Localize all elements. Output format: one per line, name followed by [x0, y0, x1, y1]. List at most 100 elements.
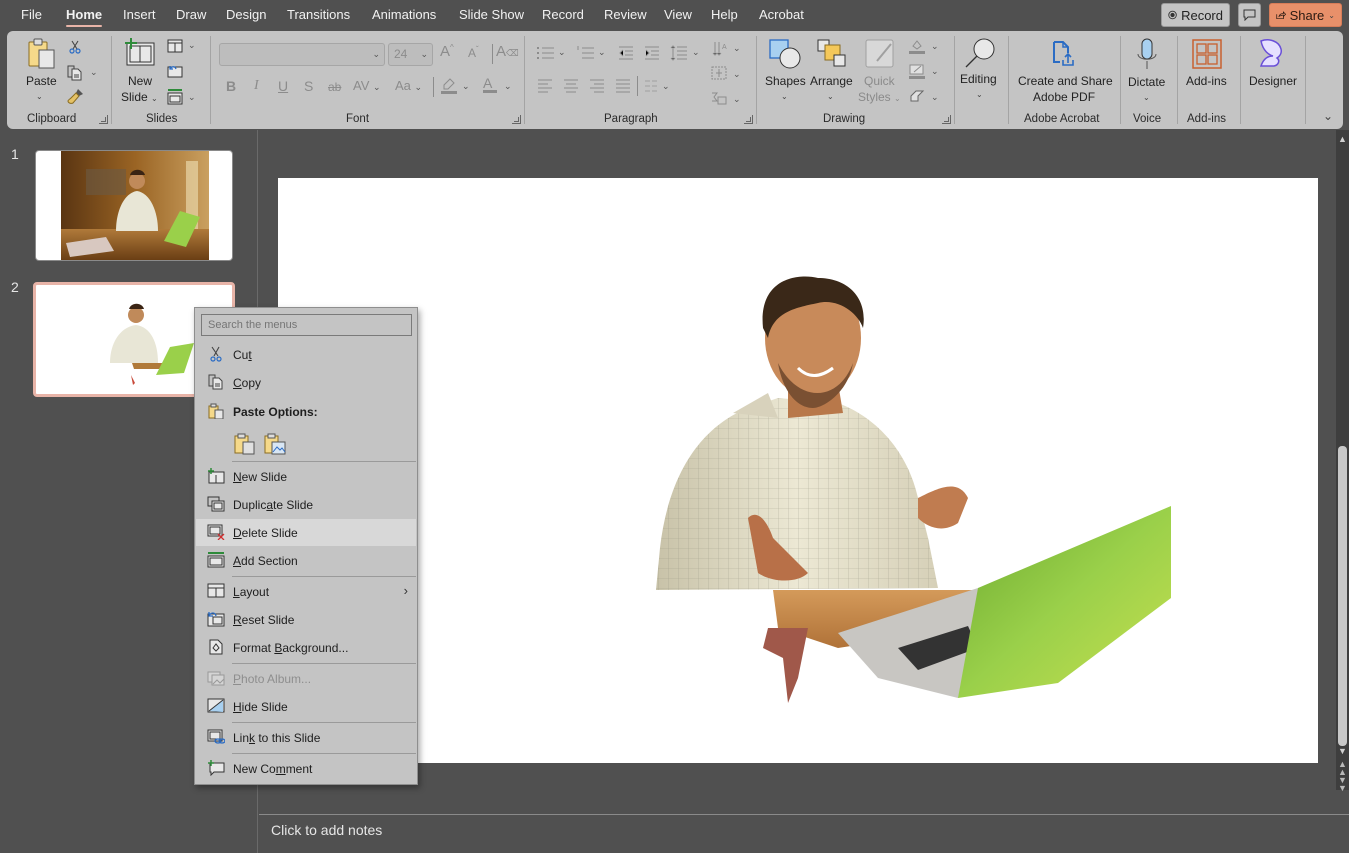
- share-button[interactable]: Share ⌄: [1269, 3, 1342, 27]
- record-button[interactable]: Record: [1161, 3, 1230, 27]
- shape-effects-dropdown-icon[interactable]: ⌄: [931, 92, 939, 103]
- quick-styles-button[interactable]: Styles ⌄: [858, 89, 901, 107]
- italic-button[interactable]: I: [254, 78, 259, 94]
- increase-indent-icon[interactable]: [644, 46, 660, 60]
- section-icon[interactable]: [167, 89, 183, 105]
- layout-dropdown-icon[interactable]: ⌄: [188, 40, 196, 51]
- drawing-launcher[interactable]: [942, 115, 951, 124]
- tab-insert[interactable]: Insert: [123, 7, 156, 22]
- menu-item-link-to-slide[interactable]: Link to this Slide: [196, 724, 416, 751]
- menu-item-new-comment[interactable]: New Comment: [196, 755, 416, 782]
- smartart-icon[interactable]: [711, 91, 727, 105]
- tab-record[interactable]: Record: [542, 7, 584, 22]
- tab-home[interactable]: Home: [66, 7, 103, 27]
- shape-fill-dropdown-icon[interactable]: ⌄: [931, 41, 939, 52]
- shapes-dropdown-icon[interactable]: ⌄: [781, 89, 788, 105]
- increase-font-icon[interactable]: A^: [440, 43, 454, 60]
- find-icon[interactable]: [964, 37, 996, 69]
- columns-icon[interactable]: [644, 80, 658, 92]
- tab-draw[interactable]: Draw: [176, 7, 206, 22]
- tab-transitions[interactable]: Transitions: [287, 7, 350, 22]
- paragraph-launcher[interactable]: [744, 115, 753, 124]
- copy-icon[interactable]: [67, 65, 83, 81]
- slide-canvas[interactable]: [278, 178, 1318, 763]
- paste-button[interactable]: [27, 38, 57, 75]
- shape-effects-icon[interactable]: [909, 89, 925, 103]
- scrollbar-thumb[interactable]: [1338, 446, 1347, 746]
- arrange-dropdown-icon[interactable]: ⌄: [827, 89, 834, 105]
- shape-fill-icon[interactable]: [909, 39, 925, 55]
- new-slide-icon[interactable]: [124, 38, 156, 68]
- tab-animations[interactable]: Animations: [372, 7, 436, 22]
- menu-item-reset-slide[interactable]: Reset Slide: [196, 606, 416, 633]
- menu-item-cut[interactable]: Cut: [196, 341, 416, 368]
- character-spacing-button[interactable]: AV ⌄: [353, 78, 381, 93]
- decrease-font-icon[interactable]: Aˇ: [468, 45, 479, 60]
- section-dropdown-icon[interactable]: ⌄: [188, 92, 196, 103]
- slide-picture[interactable]: [278, 178, 1318, 763]
- copy-dropdown-icon[interactable]: ⌄: [90, 67, 98, 78]
- align-text-dropdown-icon[interactable]: ⌄: [733, 69, 741, 80]
- scroll-up-icon[interactable]: ▲: [1338, 134, 1347, 144]
- paste-as-picture-icon[interactable]: [264, 433, 286, 455]
- scroll-down-icon[interactable]: ▼: [1338, 746, 1347, 756]
- notes-placeholder[interactable]: Click to add notes: [271, 822, 382, 838]
- previous-slide-icon[interactable]: ▲ ▲: [1338, 760, 1347, 777]
- highlight-dropdown-icon[interactable]: ⌄: [462, 81, 470, 92]
- numbering-dropdown-icon[interactable]: ⌄: [598, 47, 606, 58]
- align-center-icon[interactable]: [563, 79, 579, 93]
- font-name-combobox[interactable]: ⌄: [219, 43, 385, 66]
- add-ins-icon[interactable]: [1192, 39, 1222, 69]
- text-shadow-button[interactable]: S: [304, 78, 313, 94]
- smartart-dropdown-icon[interactable]: ⌄: [733, 94, 741, 105]
- cut-icon[interactable]: [68, 40, 82, 54]
- line-spacing-dropdown-icon[interactable]: ⌄: [692, 47, 700, 58]
- collapse-ribbon-icon[interactable]: ⌄: [1323, 109, 1333, 123]
- strikethrough-button[interactable]: ab: [328, 80, 341, 94]
- line-spacing-icon[interactable]: [670, 45, 688, 61]
- menu-item-hide-slide[interactable]: Hide Slide: [196, 693, 416, 720]
- shape-outline-icon[interactable]: [909, 64, 925, 80]
- notes-divider[interactable]: [259, 814, 1349, 815]
- underline-button[interactable]: U: [278, 78, 288, 94]
- font-color-dropdown-icon[interactable]: ⌄: [504, 81, 512, 92]
- paste-dropdown-icon[interactable]: ⌄: [36, 89, 43, 105]
- tab-review[interactable]: Review: [604, 7, 647, 22]
- justify-icon[interactable]: [615, 79, 631, 93]
- font-launcher[interactable]: [512, 115, 521, 124]
- bullets-icon[interactable]: [537, 46, 555, 60]
- clipboard-launcher[interactable]: [99, 115, 108, 124]
- align-left-icon[interactable]: [537, 79, 553, 93]
- dictate-dropdown-icon[interactable]: ⌄: [1143, 90, 1150, 106]
- numbering-icon[interactable]: [577, 46, 595, 60]
- menu-item-delete-slide[interactable]: Delete Slide: [196, 519, 416, 546]
- reset-slide-icon[interactable]: [167, 64, 183, 78]
- vertical-scrollbar[interactable]: ▲ ▼ ▲ ▲ ▼ ▼: [1336, 130, 1349, 793]
- menu-item-duplicate-slide[interactable]: Duplicate Slide: [196, 491, 416, 518]
- align-right-icon[interactable]: [589, 79, 605, 93]
- slide-thumbnail-1[interactable]: [35, 150, 233, 261]
- text-direction-icon[interactable]: A: [712, 41, 728, 57]
- menu-item-new-slide[interactable]: New Slide: [196, 463, 416, 490]
- format-painter-icon[interactable]: [67, 88, 84, 105]
- text-direction-dropdown-icon[interactable]: ⌄: [733, 43, 741, 54]
- new-slide-button[interactable]: Slide ⌄: [121, 89, 158, 107]
- tab-design[interactable]: Design: [226, 7, 266, 22]
- bold-button[interactable]: B: [226, 78, 236, 94]
- tab-acrobat[interactable]: Acrobat: [759, 7, 804, 22]
- layout-icon[interactable]: [167, 39, 183, 53]
- tab-view[interactable]: View: [664, 7, 692, 22]
- shapes-icon[interactable]: [769, 39, 801, 69]
- columns-dropdown-icon[interactable]: ⌄: [662, 81, 670, 92]
- adobe-pdf-icon[interactable]: [1052, 40, 1076, 68]
- clear-formatting-icon[interactable]: A⌫: [496, 43, 519, 60]
- shape-outline-dropdown-icon[interactable]: ⌄: [931, 66, 939, 77]
- change-case-button[interactable]: Aa ⌄: [395, 78, 422, 93]
- bullets-dropdown-icon[interactable]: ⌄: [558, 47, 566, 58]
- paste-keep-formatting-icon[interactable]: [234, 433, 256, 455]
- decrease-indent-icon[interactable]: [618, 46, 634, 60]
- editing-dropdown-icon[interactable]: ⌄: [976, 87, 983, 103]
- font-color-icon[interactable]: A: [483, 75, 497, 93]
- font-size-combobox[interactable]: 24 ⌄: [388, 43, 433, 66]
- comments-button[interactable]: [1238, 3, 1261, 27]
